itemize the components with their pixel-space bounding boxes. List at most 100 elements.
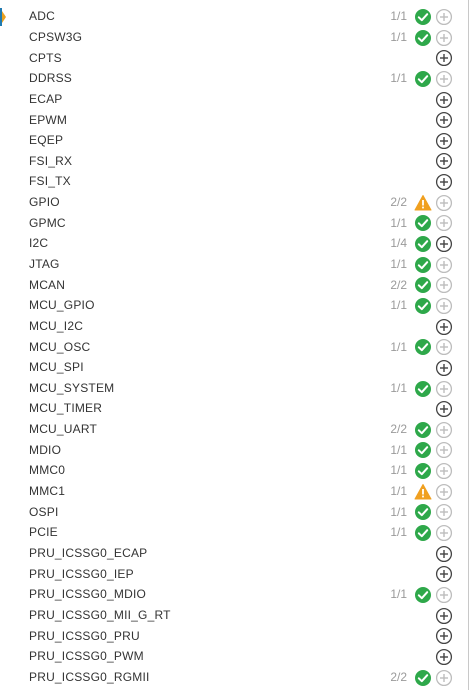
check-circle-icon	[414, 421, 432, 439]
module-row-mcu-osc[interactable]: MCU_OSC 1/1	[0, 336, 468, 357]
add-instance-icon[interactable]	[435, 648, 453, 666]
module-row-mcu-uart[interactable]: MCU_UART 2/2	[0, 419, 468, 440]
add-instance-icon	[435, 503, 453, 521]
module-name: EQEP	[29, 133, 64, 148]
add-instance-icon[interactable]	[435, 565, 453, 583]
module-row-pru-icssg0-mdio[interactable]: PRU_ICSSG0_MDIO 1/1	[0, 584, 468, 605]
add-instance-icon	[435, 524, 453, 542]
instance-count: 1/1	[390, 215, 407, 230]
module-row-mcan[interactable]: MCAN 2/2	[0, 274, 468, 295]
add-instance-icon	[435, 586, 453, 604]
instance-count: 1/1	[390, 463, 407, 478]
add-instance-icon[interactable]	[435, 545, 453, 563]
module-name: PRU_ICSSG0_PRU	[29, 628, 140, 643]
add-instance-icon[interactable]	[435, 152, 453, 170]
module-row-mcu-spi[interactable]: MCU_SPI	[0, 357, 468, 378]
module-row-ddrss[interactable]: DDRSS 1/1	[0, 68, 468, 89]
module-row-pcie[interactable]: PCIE 1/1	[0, 522, 468, 543]
module-name: PRU_ICSSG0_MDIO	[29, 587, 147, 602]
instance-count: 1/1	[390, 29, 407, 44]
instance-count: 1/1	[390, 257, 407, 271]
module-row-cpsw3g[interactable]: CPSW3G 1/1	[0, 27, 468, 48]
module-name: MCU_OSC	[29, 339, 91, 354]
add-instance-icon[interactable]	[435, 111, 453, 129]
module-list: ADC 1/1 CPSW3G 1/1 CPTS DDRSS 1/1 ECAP EPWM…	[0, 6, 468, 687]
module-row-gpmc[interactable]: GPMC 1/1	[0, 212, 468, 233]
add-instance-icon	[435, 441, 453, 459]
module-row-mcu-system[interactable]: MCU_SYSTEM 1/1	[0, 378, 468, 399]
module-row-mmc0[interactable]: MMC0 1/1	[0, 460, 468, 481]
instance-count: 1/1	[390, 9, 407, 24]
check-circle-icon	[414, 235, 432, 253]
module-name: MCU_SYSTEM	[29, 380, 115, 395]
module-name: I2C	[29, 236, 49, 251]
module-row-mcu-gpio[interactable]: MCU_GPIO 1/1	[0, 295, 468, 316]
check-circle-icon	[414, 256, 432, 274]
add-instance-icon[interactable]	[435, 132, 453, 150]
add-instance-icon	[435, 421, 453, 439]
add-instance-icon[interactable]	[435, 627, 453, 645]
add-instance-icon[interactable]	[435, 91, 453, 109]
add-instance-icon	[435, 214, 453, 232]
module-row-pru-icssg0-iep[interactable]: PRU_ICSSG0_IEP	[0, 563, 468, 584]
module-name: MCAN	[29, 277, 66, 292]
module-name: MCU_TIMER	[29, 401, 103, 416]
add-instance-icon[interactable]	[435, 359, 453, 377]
check-circle-icon	[414, 29, 432, 47]
module-row-mcu-timer[interactable]: MCU_TIMER	[0, 398, 468, 419]
module-row-fsi-tx[interactable]: FSI_TX	[0, 171, 468, 192]
add-instance-icon	[435, 256, 453, 274]
add-instance-icon[interactable]	[435, 49, 453, 67]
module-row-i2c[interactable]: I2C 1/4	[0, 233, 468, 254]
module-name: PRU_ICSSG0_MII_G_RT	[29, 607, 171, 622]
module-row-ospi[interactable]: OSPI 1/1	[0, 501, 468, 522]
module-row-fsi-rx[interactable]: FSI_RX	[0, 150, 468, 171]
check-circle-icon	[414, 524, 432, 542]
module-row-jtag[interactable]: JTAG 1/1	[0, 254, 468, 275]
module-name: PRU_ICSSG0_IEP	[29, 566, 134, 581]
module-name: EPWM	[29, 112, 68, 127]
module-name: MDIO	[29, 442, 62, 457]
module-row-epwm[interactable]: EPWM	[0, 109, 468, 130]
add-instance-icon	[435, 276, 453, 294]
warning-icon	[414, 483, 432, 501]
check-circle-icon	[414, 503, 432, 521]
instance-count: 1/1	[390, 525, 407, 540]
module-row-gpio[interactable]: GPIO 2/2	[0, 192, 468, 213]
check-circle-icon	[414, 669, 432, 687]
add-instance-icon[interactable]	[435, 173, 453, 191]
module-row-adc[interactable]: ADC 1/1	[0, 6, 468, 27]
module-row-pru-icssg0-ecap[interactable]: PRU_ICSSG0_ECAP	[0, 543, 468, 564]
instance-count: 1/1	[390, 442, 407, 457]
module-name: MCU_GPIO	[29, 298, 95, 313]
module-row-pru-icssg0-mii-g-rt[interactable]: PRU_ICSSG0_MII_G_RT	[0, 605, 468, 626]
module-row-pru-icssg0-pwm[interactable]: PRU_ICSSG0_PWM	[0, 646, 468, 667]
add-instance-icon[interactable]	[435, 400, 453, 418]
add-instance-icon	[435, 462, 453, 480]
add-instance-icon	[435, 29, 453, 47]
instance-count: 1/1	[390, 484, 407, 499]
module-row-pru-icssg0-rgmii[interactable]: PRU_ICSSG0_RGMII 2/2	[0, 667, 468, 688]
add-instance-icon	[435, 338, 453, 356]
add-instance-icon[interactable]	[435, 318, 453, 336]
module-row-mdio[interactable]: MDIO 1/1	[0, 439, 468, 460]
add-instance-icon[interactable]	[435, 607, 453, 625]
module-name: MCU_I2C	[29, 318, 84, 333]
module-row-mmc1[interactable]: MMC1 1/1	[0, 481, 468, 502]
module-row-ecap[interactable]: ECAP	[0, 89, 468, 110]
module-name: JTAG	[29, 257, 60, 271]
instance-count: 1/1	[390, 587, 407, 602]
module-name: CPTS	[29, 50, 62, 65]
module-name: FSI_TX	[29, 174, 71, 189]
module-row-cpts[interactable]: CPTS	[0, 47, 468, 68]
module-row-pru-icssg0-pru[interactable]: PRU_ICSSG0_PRU	[0, 625, 468, 646]
module-name: PRU_ICSSG0_ECAP	[29, 545, 148, 560]
add-instance-icon[interactable]	[435, 235, 453, 253]
module-row-mcu-i2c[interactable]: MCU_I2C	[0, 316, 468, 337]
instance-count: 1/1	[390, 298, 407, 313]
add-instance-icon	[435, 483, 453, 501]
instance-count: 2/2	[390, 422, 407, 437]
module-name: FSI_RX	[29, 153, 73, 168]
check-circle-icon	[414, 214, 432, 232]
module-row-eqep[interactable]: EQEP	[0, 130, 468, 151]
